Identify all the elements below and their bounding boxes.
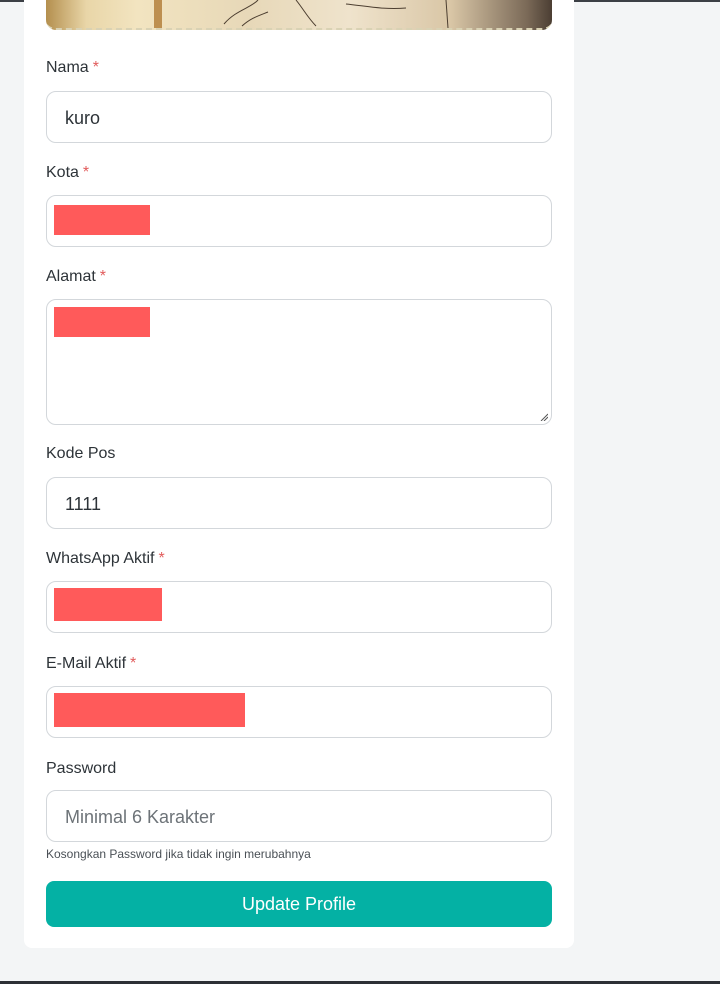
- password-help-text: Kosongkan Password jika tidak ingin meru…: [46, 847, 311, 861]
- kode-pos-value: 1111: [65, 494, 102, 514]
- required-mark: *: [99, 268, 107, 285]
- alamat-textarea[interactable]: [46, 299, 552, 425]
- nama-label: Nama *: [46, 58, 99, 78]
- kode-pos-label-text: Kode Pos: [46, 445, 116, 462]
- alamat-label-text: Alamat: [46, 268, 96, 285]
- nama-input[interactable]: kuro: [46, 91, 552, 143]
- kota-label: Kota *: [46, 163, 89, 183]
- update-profile-button[interactable]: Update Profile: [46, 881, 552, 927]
- required-mark: *: [130, 655, 137, 672]
- password-input[interactable]: Minimal 6 Karakter: [46, 790, 552, 842]
- whatsapp-input[interactable]: [46, 581, 552, 633]
- kota-label-text: Kota: [46, 164, 79, 181]
- password-label-text: Password: [46, 760, 117, 777]
- nama-value: kuro: [65, 108, 101, 128]
- redaction-block: [54, 307, 150, 337]
- redaction-block: [54, 588, 162, 621]
- email-input[interactable]: [46, 686, 552, 738]
- photo-sketch: [223, 0, 449, 28]
- whatsapp-label-text: WhatsApp Aktif: [46, 550, 155, 567]
- password-label: Password: [46, 759, 116, 779]
- redaction-block: [54, 693, 245, 727]
- whatsapp-label: WhatsApp Aktif *: [46, 549, 165, 569]
- password-placeholder: Minimal 6 Karakter: [65, 807, 216, 827]
- kota-input[interactable]: [46, 195, 552, 247]
- kode-pos-input[interactable]: 1111: [46, 477, 552, 529]
- resize-handle-icon[interactable]: [540, 413, 548, 421]
- required-mark: *: [92, 59, 99, 76]
- profile-photo[interactable]: [46, 0, 552, 30]
- nama-label-text: Nama: [46, 59, 89, 76]
- email-label: E-Mail Aktif *: [46, 654, 136, 674]
- alamat-label: Alamat *: [46, 267, 106, 287]
- kode-pos-label: Kode Pos: [46, 444, 115, 464]
- required-mark: *: [82, 164, 90, 181]
- required-mark: *: [158, 550, 165, 567]
- redaction-block: [54, 205, 150, 235]
- email-label-text: E-Mail Aktif: [46, 655, 127, 672]
